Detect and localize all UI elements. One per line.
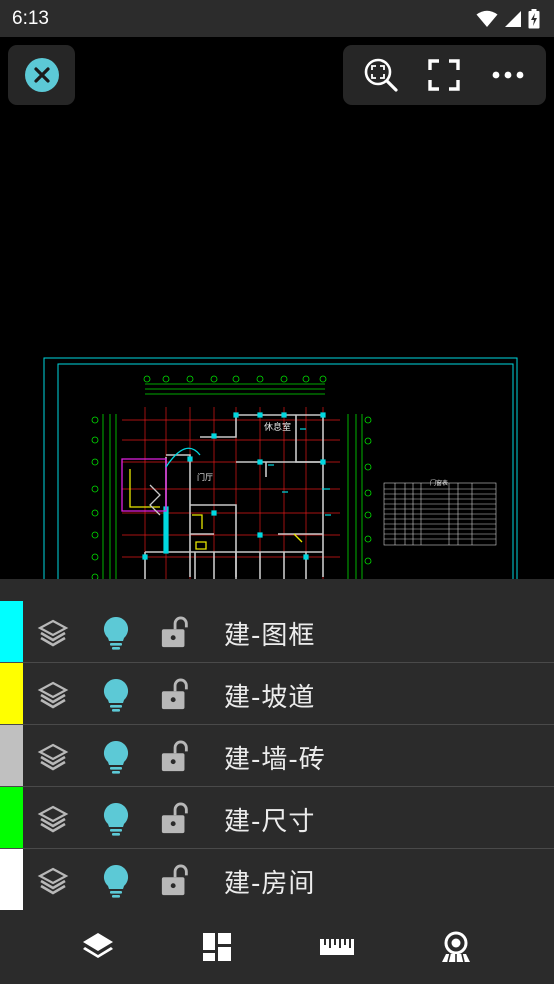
visibility-toggle[interactable] — [100, 802, 132, 836]
visibility-toggle[interactable] — [100, 616, 132, 650]
visibility-toggle[interactable] — [100, 740, 132, 774]
layer-stack-icon — [37, 865, 69, 897]
layer-row[interactable]: 建-房间 — [0, 849, 554, 911]
more-icon — [492, 71, 524, 79]
layer-stack-icon — [37, 679, 69, 711]
layers-icon — [37, 681, 69, 709]
fullscreen-button[interactable] — [421, 52, 467, 98]
visibility-toggle[interactable] — [100, 864, 132, 898]
wifi-icon — [476, 10, 498, 27]
battery-icon — [528, 8, 540, 28]
nav-ruler-button[interactable] — [312, 922, 362, 972]
view-icon — [442, 931, 471, 963]
nav-view-button[interactable] — [431, 922, 481, 972]
layer-stack-icon — [37, 617, 69, 649]
zoom-fit-button[interactable] — [358, 52, 404, 98]
nav-layers-button[interactable] — [73, 922, 123, 972]
more-button[interactable] — [485, 52, 531, 98]
unlock-icon — [161, 864, 188, 896]
layers-icon — [37, 805, 69, 833]
top-toolbar — [343, 45, 546, 105]
lightbulb-icon — [103, 740, 129, 774]
drawing-frame — [43, 357, 518, 580]
layout-icon — [203, 933, 232, 961]
close-icon — [33, 67, 50, 83]
unlock-icon — [161, 802, 188, 834]
layer-name: 建-尺寸 — [224, 807, 316, 837]
lock-toggle[interactable] — [160, 616, 192, 649]
lightbulb-icon — [103, 678, 129, 712]
status-bar: 6:13 — [0, 0, 554, 37]
layer-color-swatch[interactable] — [0, 725, 23, 786]
layer-row[interactable]: 建-坡道 — [0, 663, 554, 725]
lightbulb-icon — [103, 802, 129, 836]
cad-drawing-canvas[interactable]: 休息室 门厅 门窗表 — [0, 37, 554, 580]
fullscreen-icon — [428, 59, 461, 91]
layer-row[interactable]: 建-墙-砖 — [0, 725, 554, 787]
layers-icon — [37, 867, 69, 895]
layer-color-swatch[interactable] — [0, 849, 23, 911]
lightbulb-icon — [103, 864, 129, 898]
lock-toggle[interactable] — [160, 802, 192, 835]
layers-icon — [82, 933, 113, 958]
layer-color-swatch[interactable] — [0, 787, 23, 848]
layer-stack-icon — [37, 741, 69, 773]
layers-icon — [37, 743, 69, 771]
nav-layout-button[interactable] — [192, 922, 242, 972]
axis-grid — [122, 407, 340, 580]
close-button[interactable] — [24, 58, 59, 92]
close-button-container — [8, 45, 75, 105]
status-time: 6:13 — [12, 7, 49, 29]
layer-name: 建-墙-砖 — [224, 745, 326, 775]
layer-row[interactable]: 建-图框 — [0, 601, 554, 663]
zoom-fit-icon — [364, 58, 398, 92]
lightbulb-icon — [103, 616, 129, 650]
room-label-top: 休息室 — [264, 421, 291, 433]
room-label-hall: 门厅 — [197, 472, 213, 482]
dimension-lines — [91, 375, 372, 580]
columns-windows — [142, 412, 331, 560]
layer-stack-icon — [37, 803, 69, 835]
layer-name: 建-房间 — [224, 869, 316, 899]
unlock-icon — [161, 740, 188, 772]
visibility-toggle[interactable] — [100, 678, 132, 712]
ruler-icon — [319, 939, 354, 955]
layer-name: 建-图框 — [224, 621, 316, 651]
layer-color-swatch[interactable] — [0, 601, 23, 662]
bottom-nav — [0, 910, 554, 984]
schedule-table — [383, 482, 497, 546]
layer-name: 建-坡道 — [224, 683, 316, 713]
signal-icon — [505, 10, 521, 27]
lock-toggle[interactable] — [160, 864, 192, 897]
layer-row[interactable]: 建-尺寸 — [0, 787, 554, 849]
status-icons — [476, 8, 540, 29]
layers-icon — [37, 619, 69, 647]
unlock-icon — [161, 616, 188, 648]
unlock-icon — [161, 678, 188, 710]
layer-color-swatch[interactable] — [0, 663, 23, 724]
lock-toggle[interactable] — [160, 740, 192, 773]
lock-toggle[interactable] — [160, 678, 192, 711]
